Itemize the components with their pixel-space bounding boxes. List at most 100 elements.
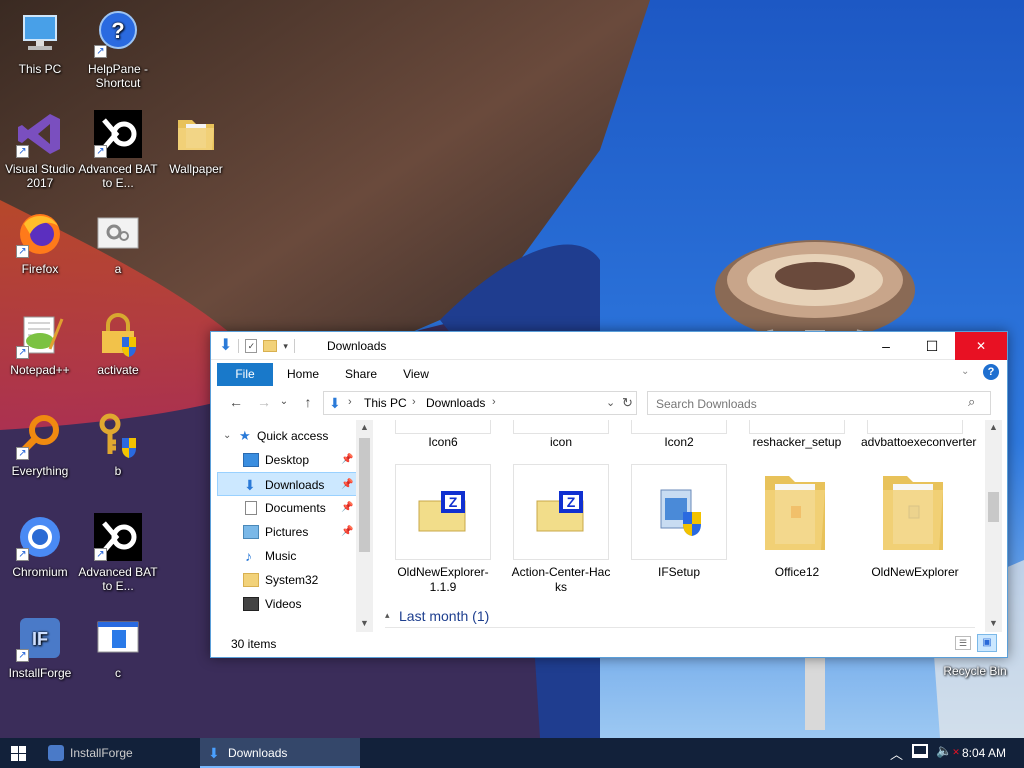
nav-quick-access[interactable]: ⌄ ★ Quick access (217, 424, 357, 448)
properties-icon[interactable]: ✓ (245, 339, 258, 353)
tab-view[interactable]: View (391, 363, 441, 386)
breadcrumb-downloads[interactable]: Downloads (426, 396, 485, 410)
pin-icon[interactable]: 📌 (341, 473, 353, 497)
help-icon[interactable]: ? (983, 364, 999, 380)
file-name: OldNewExplorer-1.1.9 (397, 565, 489, 594)
new-folder-icon[interactable] (263, 340, 278, 352)
details-view-icon[interactable]: ☰ (955, 636, 971, 650)
file-tile-partial[interactable] (867, 420, 963, 434)
desktop-icon-activate[interactable]: activate (78, 311, 158, 377)
key-shield-icon (94, 412, 142, 460)
nav-item-system32[interactable]: System32 (217, 568, 357, 592)
file-name[interactable]: icon (513, 435, 609, 450)
search-input[interactable]: Search Downloads (656, 397, 757, 411)
nav-item-music[interactable]: ♪ Music (217, 544, 357, 568)
file-item-oldnewexplorer-folder[interactable]: OldNewExplorer (867, 464, 963, 580)
customize-toolbar-icon[interactable]: ▾ (283, 341, 288, 352)
nav-item-videos[interactable]: Videos (217, 592, 357, 616)
nav-item-pictures[interactable]: Pictures 📌 (217, 520, 357, 544)
desktop-icon-firefox[interactable]: ↗ Firefox (0, 210, 80, 276)
minimize-button[interactable]: – (863, 332, 909, 360)
close-button[interactable]: ✕ (955, 332, 1007, 360)
file-item-oldnewexplorer-zip[interactable]: Z OldNewExplorer-1.1.9 (395, 464, 491, 595)
scroll-thumb[interactable] (359, 438, 370, 552)
maximize-button[interactable]: ☐ (909, 332, 955, 360)
desktop-icon-advanced-bat-1[interactable]: ↗ Advanced BAT to E... (78, 110, 158, 190)
pin-icon[interactable]: 📌 (341, 520, 353, 544)
file-name[interactable]: advbattoexeconverter (861, 435, 976, 450)
magnifier-icon: ↗ (16, 412, 64, 460)
file-tile-partial[interactable] (395, 420, 491, 434)
bat-converter-icon: ↗ (94, 110, 142, 158)
nav-item-downloads[interactable]: ⬇ Downloads 📌 (217, 472, 357, 496)
scroll-thumb[interactable] (988, 492, 999, 522)
tab-share[interactable]: Share (335, 363, 387, 386)
large-icons-view-icon[interactable]: ▣ (977, 634, 997, 652)
file-list-scrollbar[interactable]: ▲ ▼ (985, 420, 1002, 632)
file-tile-partial[interactable] (749, 420, 845, 434)
scroll-up-icon[interactable]: ▲ (360, 422, 369, 432)
desktop-icon-c[interactable]: c (78, 614, 158, 680)
scroll-down-icon[interactable]: ▼ (989, 618, 998, 628)
desktop-icon-installforge[interactable]: IF ↗ InstallForge (0, 614, 80, 680)
desktop-icon-recycle-bin[interactable]: Recycle Bin (935, 664, 1015, 678)
desktop-icon-b[interactable]: b (78, 412, 158, 478)
start-button[interactable] (0, 738, 36, 768)
scroll-down-icon[interactable]: ▼ (360, 618, 369, 628)
desktop-icon-everything[interactable]: ↗ Everything (0, 412, 80, 478)
file-tile-partial[interactable] (631, 420, 727, 434)
network-icon[interactable] (912, 744, 928, 758)
download-arrow-icon[interactable]: ⬇ (219, 338, 232, 354)
clock[interactable]: 8:04 AM (962, 746, 1006, 760)
desktop-icon-this-pc[interactable]: This PC (0, 10, 80, 76)
file-name[interactable]: Icon2 (631, 435, 727, 450)
nav-item-desktop[interactable]: Desktop 📌 (217, 448, 357, 472)
nav-label: Documents (265, 501, 326, 515)
group-header[interactable]: ▴ Last month (1) (385, 608, 975, 628)
file-name[interactable]: reshacker_setup (743, 435, 851, 450)
visual-studio-icon: ↗ (16, 110, 64, 158)
refresh-icon[interactable]: ↻ (622, 395, 633, 411)
star-icon: ★ (239, 428, 251, 443)
installer-icon (631, 464, 727, 560)
title-bar[interactable]: ⬇ ✓ ▾ Downloads – ☐ ✕ (211, 332, 1007, 360)
desktop-icon-chromium[interactable]: ↗ Chromium (0, 513, 80, 579)
expand-ribbon-icon[interactable]: ⌄ (961, 366, 969, 377)
show-hidden-icons-icon[interactable]: ︿ (890, 744, 903, 763)
breadcrumb-this-pc[interactable]: This PC (364, 396, 407, 410)
desktop-icon-advanced-bat-2[interactable]: ↗ Advanced BAT to E... (78, 513, 158, 593)
file-name[interactable]: Icon6 (395, 435, 491, 450)
collapse-chevron-icon[interactable]: ⌄ (223, 424, 231, 448)
desktop-icon-label: Advanced BAT to E... (78, 162, 158, 190)
file-item-office12[interactable]: Office12 (749, 464, 845, 580)
up-button[interactable]: ↑ (297, 391, 319, 413)
nav-pane-scrollbar[interactable]: ▲ ▼ (356, 420, 373, 632)
desktop-icon-a[interactable]: a (78, 210, 158, 276)
collapse-chevron-icon[interactable]: ▴ (385, 610, 390, 621)
taskbar-task-installforge[interactable]: InstallForge (42, 738, 196, 768)
desktop-icon-helppane[interactable]: ? ↗ HelpPane - Shortcut (78, 10, 158, 90)
scroll-up-icon[interactable]: ▲ (989, 422, 998, 432)
back-button[interactable]: ← (225, 391, 247, 413)
desktop-icon-notepadpp[interactable]: ↗ Notepad++ (0, 311, 80, 377)
taskbar-task-downloads[interactable]: ⬇ Downloads (200, 738, 360, 768)
desktop-icon-label: b (114, 464, 122, 478)
volume-muted-icon[interactable]: 🔈✕ (936, 743, 960, 759)
nav-item-documents[interactable]: Documents 📌 (217, 496, 357, 520)
file-item-action-center-hacks[interactable]: Z Action-Center-Hacks (512, 464, 610, 595)
address-bar[interactable]: ⬇ › This PC › Downloads › ⌄ ↻ (323, 391, 637, 415)
desktop-icon-wallpaper[interactable]: Wallpaper (156, 110, 236, 176)
pin-icon[interactable]: 📌 (341, 448, 353, 472)
address-dropdown-icon[interactable]: ⌄ (606, 396, 615, 409)
forward-button[interactable]: → (253, 391, 275, 413)
tab-file[interactable]: File (217, 363, 273, 386)
pin-icon[interactable]: 📌 (341, 496, 353, 520)
file-item-ifsetup[interactable]: IFSetup (631, 464, 727, 580)
search-box[interactable]: Search Downloads ⌕ (647, 391, 991, 415)
desktop-icon-visual-studio[interactable]: ↗ Visual Studio 2017 (0, 110, 80, 190)
search-icon[interactable]: ⌕ (968, 394, 975, 410)
recent-locations-button[interactable]: ⌄ (277, 391, 291, 413)
file-tile-partial[interactable] (513, 420, 609, 434)
tab-home[interactable]: Home (277, 363, 329, 386)
folder-icon (867, 464, 963, 560)
